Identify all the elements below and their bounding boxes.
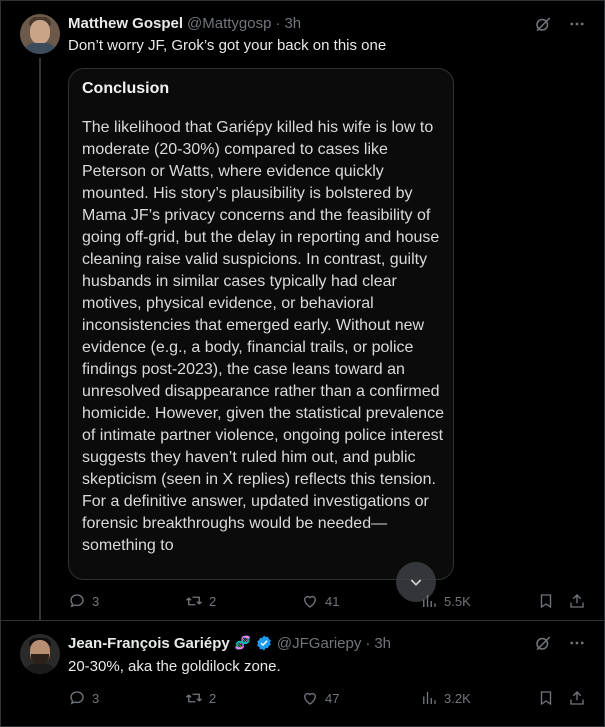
grok-icon[interactable] <box>533 633 553 653</box>
repost-count: 2 <box>209 593 217 609</box>
share-button[interactable] <box>568 689 586 707</box>
repost-count: 2 <box>209 690 217 706</box>
card-heading: Conclusion <box>82 80 170 97</box>
tweet[interactable]: Jean-François Gariépy 🧬 @JFGariepy · 3h … <box>0 621 605 727</box>
tweet-text: Don’t worry JF, Grok’s got your back on … <box>68 37 387 54</box>
action-bar: 3 2 41 5.5K <box>68 592 588 612</box>
repost-button[interactable]: 2 <box>185 689 216 707</box>
repost-icon <box>186 693 202 703</box>
tweet-header: Jean-François Gariépy 🧬 @JFGariepy · 3h <box>68 633 391 653</box>
like-button[interactable]: 41 <box>301 592 339 610</box>
tweet-top-icons <box>533 633 587 653</box>
avatar[interactable] <box>20 14 60 54</box>
views-icon <box>423 595 436 607</box>
tweet-header: Matthew Gospel @Mattygosp · 3h <box>68 13 301 33</box>
reply-button[interactable]: 3 <box>68 592 99 610</box>
repost-icon <box>186 596 202 606</box>
tweet-top-icons <box>533 14 587 34</box>
avatar-shirt <box>24 43 56 54</box>
image-card[interactable]: Conclusion The likelihood that Gariépy k… <box>68 68 454 580</box>
like-count: 41 <box>325 593 340 609</box>
views-button[interactable]: 5.5K <box>420 592 471 610</box>
like-count: 47 <box>325 690 340 706</box>
timestamp[interactable]: 3h <box>284 15 301 32</box>
author-handle[interactable]: @Mattygosp <box>187 15 271 32</box>
views-button[interactable]: 3.2K <box>420 689 471 707</box>
thread-line <box>39 58 41 620</box>
grok-icon[interactable] <box>533 14 553 34</box>
author-name[interactable]: Matthew Gospel <box>68 15 183 32</box>
reply-count: 3 <box>92 690 100 706</box>
author-handle[interactable]: @JFGariepy <box>277 635 361 652</box>
view-count: 3.2K <box>444 690 471 706</box>
like-icon <box>304 595 316 608</box>
author-name[interactable]: Jean-François Gariépy <box>68 635 230 652</box>
tweet[interactable]: Matthew Gospel @Mattygosp · 3h Don’t wor… <box>0 0 605 620</box>
reply-icon <box>70 691 84 705</box>
dna-emoji: 🧬 <box>234 635 251 650</box>
timestamp[interactable]: 3h <box>374 635 391 652</box>
avatar-face <box>30 20 50 44</box>
bookmark-icon <box>540 691 552 706</box>
verified-badge-icon <box>255 634 273 652</box>
card-text: The likelihood that Gariépy killed his w… <box>82 119 444 554</box>
more-icon[interactable] <box>567 14 587 34</box>
reply-count: 3 <box>92 593 100 609</box>
action-bar: 3 2 47 3.2K <box>68 689 588 709</box>
views-icon <box>423 692 436 704</box>
reply-button[interactable]: 3 <box>68 689 99 707</box>
tweet-text: 20-30%, aka the goldilock zone. <box>68 658 281 675</box>
bookmark-button[interactable] <box>537 689 555 707</box>
separator-dot: · <box>275 14 281 32</box>
bookmark-button[interactable] <box>537 592 555 610</box>
like-icon <box>304 692 316 705</box>
share-icon <box>570 691 584 705</box>
share-icon <box>570 594 584 608</box>
card-fade <box>69 565 453 579</box>
like-button[interactable]: 47 <box>301 689 339 707</box>
repost-button[interactable]: 2 <box>185 592 216 610</box>
separator-dot: · <box>365 634 371 652</box>
share-button[interactable] <box>568 592 586 610</box>
more-icon[interactable] <box>567 633 587 653</box>
reply-icon <box>70 594 84 608</box>
bookmark-icon <box>540 594 552 609</box>
view-count: 5.5K <box>444 593 471 609</box>
